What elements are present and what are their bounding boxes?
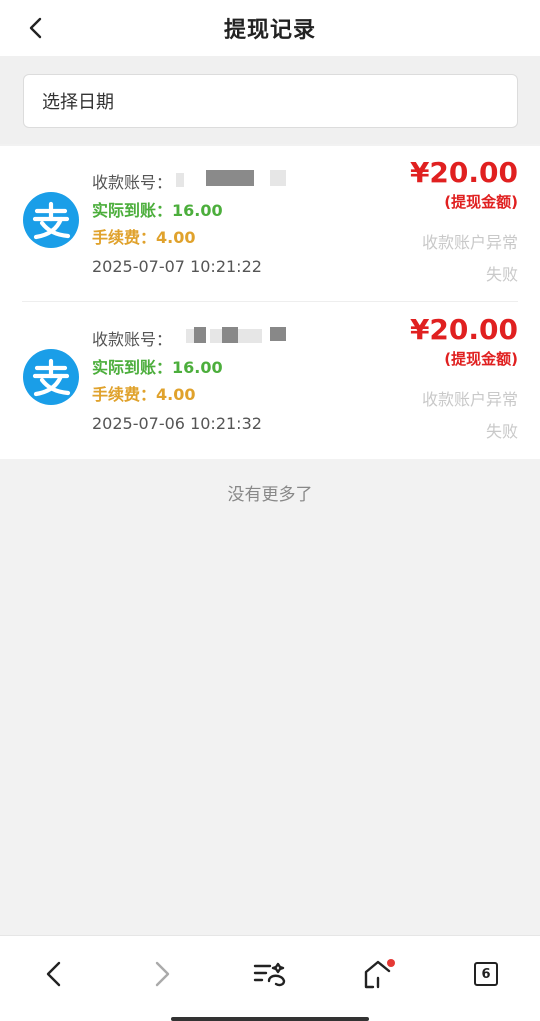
- withdraw-list: 收款账号： 实际到账：16.00 手续费：4.00 2025-07-07 10:…: [0, 146, 540, 459]
- chevron-left-icon: [29, 17, 42, 39]
- home-indicator: [171, 1017, 369, 1021]
- alipay-icon: [23, 192, 79, 248]
- account-label: 收款账号：: [92, 330, 173, 349]
- actual-amount-value: 16.00: [172, 358, 223, 377]
- fee-label: 手续费：: [92, 228, 157, 247]
- status-reason: 收款账户异常: [421, 390, 518, 409]
- masked-account: [222, 327, 238, 343]
- withdraw-amount: ¥20.00: [409, 313, 518, 346]
- masked-account: [194, 327, 206, 343]
- date-picker[interactable]: 选择日期: [23, 74, 518, 128]
- fee-value: 4.00: [156, 228, 196, 247]
- fee-value: 4.00: [156, 385, 196, 404]
- status-badge: 失败: [485, 422, 518, 441]
- browser-tabs-button[interactable]: 6: [466, 954, 506, 994]
- date-picker-label: 选择日期: [42, 92, 114, 113]
- actual-amount: 实际到账：16.00: [92, 197, 223, 221]
- masked-account: [186, 329, 194, 343]
- withdraw-amount-label: (提现金额): [444, 350, 518, 368]
- masked-account: [206, 170, 254, 186]
- back-button[interactable]: [20, 10, 50, 46]
- timestamp: 2025-07-06 10:21:32: [92, 414, 262, 433]
- masked-account: [238, 329, 262, 343]
- status-reason: 收款账户异常: [421, 233, 518, 252]
- masked-account: [176, 173, 184, 187]
- page-title: 提现记录: [223, 18, 316, 43]
- browser-forward-button[interactable]: [143, 954, 183, 994]
- actual-amount-label: 实际到账：: [92, 358, 173, 377]
- home-icon: [364, 959, 395, 989]
- filter-area: 选择日期: [0, 56, 540, 144]
- actual-amount-label: 实际到账：: [92, 201, 173, 220]
- actual-amount: 实际到账：16.00: [92, 354, 223, 378]
- fee: 手续费：4.00: [92, 381, 196, 405]
- list-item[interactable]: 收款账号： 实际到账：16.00 手续费：4.00 2025-07-07 10:…: [0, 146, 540, 302]
- alipay-icon: [23, 349, 79, 405]
- browser-back-button[interactable]: [33, 954, 73, 994]
- browser-home-button[interactable]: [358, 954, 398, 994]
- timestamp: 2025-07-07 10:21:22: [92, 257, 262, 276]
- fee: 手续费：4.00: [92, 224, 196, 248]
- fee-label: 手续费：: [92, 385, 157, 404]
- list-item[interactable]: 收款账号： 实际到账：16.00 手续费：4.00 2025-07-06 10:…: [0, 303, 540, 459]
- masked-account: [210, 329, 222, 343]
- menu-icon: [253, 962, 286, 987]
- account-label: 收款账号：: [92, 173, 173, 192]
- notification-dot: [387, 959, 395, 967]
- masked-account: [270, 170, 286, 186]
- no-more-text: 没有更多了: [227, 485, 313, 505]
- masked-account: [270, 327, 286, 341]
- top-bar: 提现记录: [0, 0, 540, 56]
- back-icon: [46, 961, 61, 987]
- actual-amount-value: 16.00: [172, 201, 223, 220]
- withdraw-amount: ¥20.00: [409, 156, 518, 189]
- divider: [22, 301, 518, 302]
- browser-toolbar: 6: [0, 935, 540, 1021]
- forward-icon: [155, 961, 170, 987]
- withdraw-amount-label: (提现金额): [444, 193, 518, 211]
- tabs-icon: 6: [474, 962, 498, 986]
- status-badge: 失败: [485, 265, 518, 284]
- browser-menu-button[interactable]: [250, 954, 290, 994]
